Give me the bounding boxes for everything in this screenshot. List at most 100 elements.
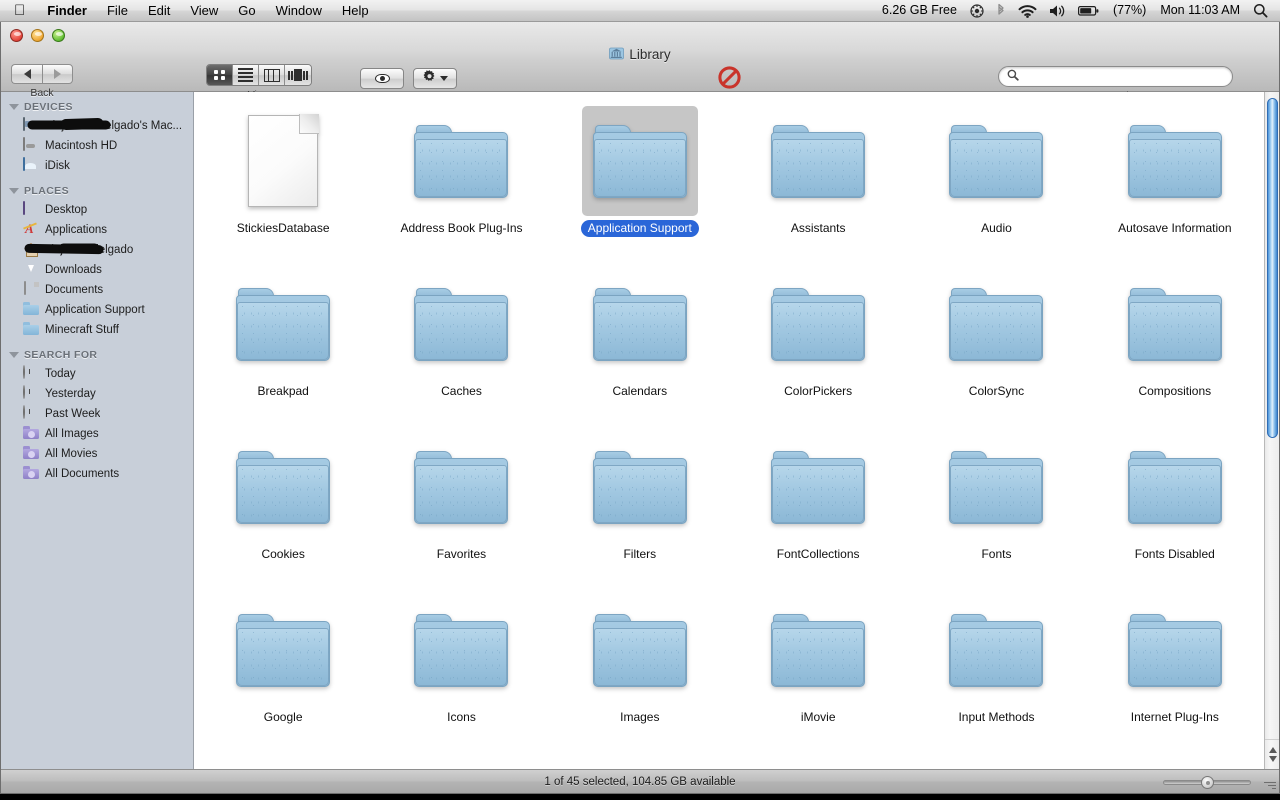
window-toolbar: Library Back bbox=[1, 22, 1279, 109]
forward-button[interactable] bbox=[42, 64, 73, 84]
sidebar-section-search-for[interactable]: SEARCH FOR bbox=[1, 346, 193, 364]
search-field[interactable] bbox=[998, 66, 1233, 87]
file-item[interactable]: Address Book Plug-Ins bbox=[386, 106, 536, 269]
sidebar-item-idisk[interactable]: iDisk bbox=[1, 156, 193, 176]
view-icon-button[interactable] bbox=[207, 65, 233, 85]
file-item[interactable]: Icons bbox=[386, 595, 536, 758]
scrollbar-thumb[interactable] bbox=[1267, 98, 1278, 438]
file-item[interactable]: ColorSync bbox=[921, 269, 1071, 432]
file-item[interactable]: Assistants bbox=[743, 106, 893, 269]
file-item[interactable]: Application Support bbox=[565, 106, 715, 269]
clock-icon bbox=[23, 385, 39, 402]
sidebar-item-yesterday[interactable]: Yesterday bbox=[1, 384, 193, 404]
file-item[interactable]: Audio bbox=[921, 106, 1071, 269]
scroll-arrows[interactable] bbox=[1265, 739, 1279, 769]
sidebar-item-past-week[interactable]: Past Week bbox=[1, 404, 193, 424]
file-item[interactable] bbox=[386, 758, 536, 769]
volume-icon[interactable] bbox=[1043, 4, 1072, 18]
file-item[interactable]: Input Methods bbox=[921, 595, 1071, 758]
folder-icon bbox=[760, 595, 876, 705]
menu-edit[interactable]: Edit bbox=[138, 0, 180, 21]
sidebar-item-application-support[interactable]: Application Support bbox=[1, 300, 193, 320]
sidebar-item-all-documents[interactable]: All Documents bbox=[1, 464, 193, 484]
file-item[interactable]: StickiesDatabase bbox=[208, 106, 358, 269]
file-item[interactable] bbox=[565, 758, 715, 769]
sidebar-section-places[interactable]: PLACES bbox=[1, 182, 193, 200]
sidebar-item-all-images[interactable]: All Images bbox=[1, 424, 193, 444]
view-column-button[interactable] bbox=[259, 65, 285, 85]
sidebar-item-downloads[interactable]: Downloads bbox=[1, 260, 193, 280]
vertical-scrollbar[interactable] bbox=[1264, 92, 1279, 769]
zoom-button[interactable] bbox=[52, 29, 65, 42]
sidebar-item-applications[interactable]: Applications bbox=[1, 220, 193, 240]
file-item[interactable]: Calendars bbox=[565, 269, 715, 432]
disclosure-triangle-icon[interactable] bbox=[9, 352, 19, 358]
sidebar-item-label: Minecraft Stuff bbox=[45, 324, 119, 336]
apple-logo-icon[interactable]:  bbox=[0, 2, 37, 20]
menu-finder[interactable]: Finder bbox=[37, 0, 97, 21]
disclosure-triangle-icon[interactable] bbox=[9, 188, 19, 194]
file-item[interactable] bbox=[208, 758, 358, 769]
sidebar-item-documents[interactable]: Documents bbox=[1, 280, 193, 300]
minimize-button[interactable] bbox=[31, 29, 44, 42]
sidebar-section-devices[interactable]: DEVICES bbox=[1, 98, 193, 116]
sidebar-item-desktop[interactable]: Desktop bbox=[1, 200, 193, 220]
sidebar-item-label: Downloads bbox=[45, 264, 102, 276]
disclosure-triangle-icon[interactable] bbox=[9, 104, 19, 110]
icon-size-slider[interactable] bbox=[1163, 776, 1251, 789]
sidebar-item-mac[interactable]: Alejandro Delgado's Mac... bbox=[1, 116, 193, 136]
menu-file[interactable]: File bbox=[97, 0, 138, 21]
scroll-down-icon[interactable] bbox=[1268, 756, 1277, 762]
search-input[interactable] bbox=[1024, 69, 1224, 84]
sidebar-item-today[interactable]: Today bbox=[1, 364, 193, 384]
slider-knob[interactable] bbox=[1201, 776, 1214, 789]
file-item[interactable]: Cookies bbox=[208, 432, 358, 595]
file-item-label: Fonts Disabled bbox=[1134, 547, 1215, 561]
file-item[interactable] bbox=[1100, 758, 1250, 769]
view-coverflow-button[interactable] bbox=[285, 65, 311, 85]
delete-button[interactable] bbox=[718, 66, 741, 94]
menu-go[interactable]: Go bbox=[228, 0, 265, 21]
file-item[interactable]: Autosave Information bbox=[1100, 106, 1250, 269]
bluetooth-icon[interactable] bbox=[990, 3, 1012, 18]
file-item[interactable] bbox=[743, 758, 893, 769]
file-item[interactable]: Images bbox=[565, 595, 715, 758]
file-item[interactable]: FontCollections bbox=[743, 432, 893, 595]
file-item[interactable]: Breakpad bbox=[208, 269, 358, 432]
menu-view[interactable]: View bbox=[180, 0, 228, 21]
file-item[interactable]: Filters bbox=[565, 432, 715, 595]
sidebar-item-minecraft-stuff[interactable]: Minecraft Stuff bbox=[1, 320, 193, 340]
file-item[interactable]: iMovie bbox=[743, 595, 893, 758]
battery-icon[interactable] bbox=[1072, 5, 1106, 17]
action-button[interactable] bbox=[413, 68, 457, 89]
resize-grip[interactable] bbox=[1262, 777, 1276, 791]
folder-icon bbox=[225, 595, 341, 705]
file-item[interactable]: Fonts bbox=[921, 432, 1071, 595]
close-button[interactable] bbox=[10, 29, 23, 42]
file-item[interactable] bbox=[921, 758, 1071, 769]
sidebar-section-label: DEVICES bbox=[24, 101, 73, 113]
wifi-icon[interactable] bbox=[1012, 4, 1043, 18]
file-item[interactable]: Compositions bbox=[1100, 269, 1250, 432]
file-item[interactable]: Internet Plug-Ins bbox=[1100, 595, 1250, 758]
file-item[interactable]: ColorPickers bbox=[743, 269, 893, 432]
quick-look-button[interactable] bbox=[360, 68, 405, 89]
spotlight-search-icon[interactable] bbox=[1247, 3, 1274, 18]
file-item[interactable]: Caches bbox=[386, 269, 536, 432]
sidebar-item-label: Documents bbox=[45, 284, 104, 296]
menu-window[interactable]: Window bbox=[266, 0, 332, 21]
file-list-area[interactable]: StickiesDatabase Address Book Plug-Ins App… bbox=[194, 92, 1279, 769]
sidebar-item-home[interactable]: alejandrodelgado bbox=[1, 240, 193, 260]
file-item[interactable]: Fonts Disabled bbox=[1100, 432, 1250, 595]
scroll-up-icon[interactable] bbox=[1268, 747, 1277, 753]
view-list-button[interactable] bbox=[233, 65, 259, 85]
file-item[interactable]: Favorites bbox=[386, 432, 536, 595]
dropbox-icon[interactable] bbox=[964, 3, 990, 18]
file-item[interactable]: Google bbox=[208, 595, 358, 758]
back-button[interactable] bbox=[11, 64, 42, 84]
sidebar-item-macintosh-hd[interactable]: Macintosh HD bbox=[1, 136, 193, 156]
sidebar-item-all-movies[interactable]: All Movies bbox=[1, 444, 193, 464]
menu-help[interactable]: Help bbox=[332, 0, 379, 21]
menu-bar-clock[interactable]: Mon 11:03 AM bbox=[1153, 0, 1247, 21]
back-caption: Back bbox=[30, 87, 54, 99]
